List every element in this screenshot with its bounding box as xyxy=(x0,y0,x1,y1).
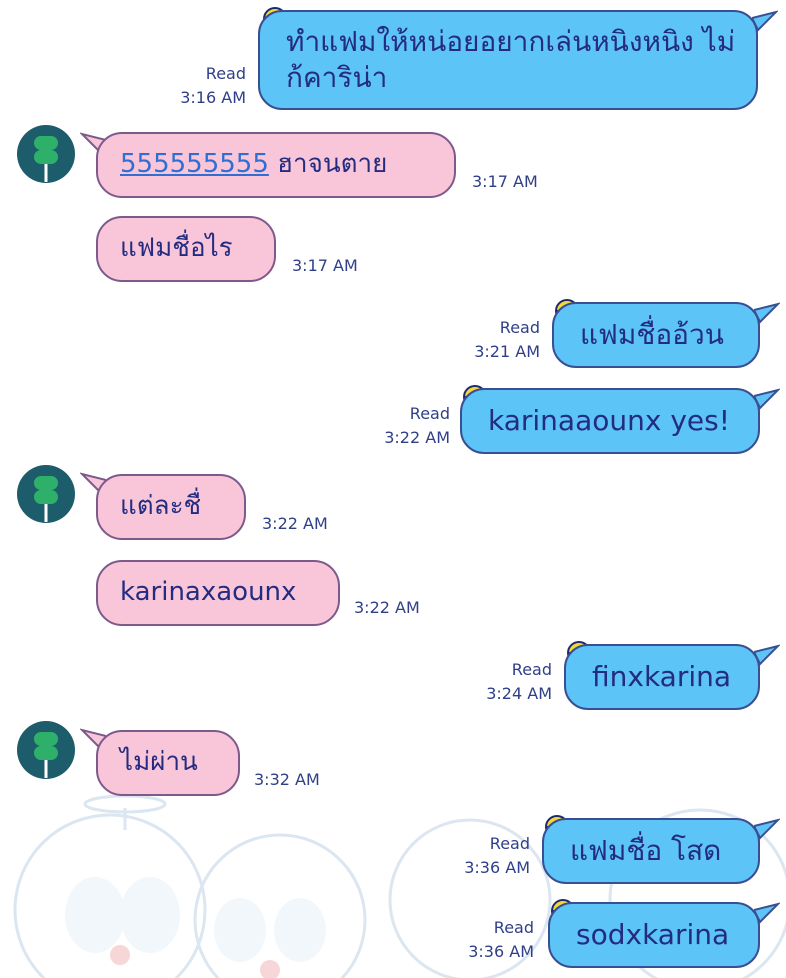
outgoing-message-bubble[interactable]: karinaaounx yes! xyxy=(460,388,760,454)
message-row: Read 3:21 AM แฟมชื่ออ้วน xyxy=(0,296,786,376)
bubble-tail xyxy=(754,818,780,840)
message-time: 3:22 AM xyxy=(354,598,420,617)
read-status: Read 3:16 AM xyxy=(126,62,246,110)
incoming-message-bubble[interactable]: 555555555 ฮาจนตาย xyxy=(96,132,456,198)
message-row: 555555555 ฮาจนตาย 3:17 AM xyxy=(0,120,786,204)
message-time: 3:22 AM xyxy=(262,514,328,533)
message-row: แต่ละชื่ 3:22 AM xyxy=(0,460,786,544)
message-row: Read 3:22 AM karinaaounx yes! xyxy=(0,382,786,462)
read-status: Read 3:24 AM xyxy=(432,658,552,706)
bubble-tail xyxy=(752,10,778,32)
message-text: ฮาจนตาย xyxy=(268,149,388,180)
message-time: 3:21 AM xyxy=(474,342,540,361)
message-time: 3:36 AM xyxy=(464,858,530,877)
outgoing-message-bubble[interactable]: sodxkarina xyxy=(548,902,760,968)
message-time: 3:32 AM xyxy=(254,770,320,789)
outgoing-message-bubble[interactable]: แฟมชื่ออ้วน xyxy=(552,302,760,368)
read-status: Read 3:36 AM xyxy=(414,916,534,964)
outgoing-message-bubble[interactable]: แฟมชื่อ โสด xyxy=(542,818,760,884)
message-row: Read 3:24 AM finxkarina xyxy=(0,638,786,718)
message-row: แฟมชื่อไร 3:17 AM xyxy=(0,210,786,290)
outgoing-message-bubble[interactable]: ทำแฟมให้หน่อยอยากเล่นหนิงหนิง ไม่ก้คาริน… xyxy=(258,10,758,110)
message-row: karinaxaounx 3:22 AM xyxy=(0,554,786,634)
incoming-message-bubble[interactable]: แต่ละชื่ xyxy=(96,474,246,540)
green-lollipop-avatar-icon[interactable] xyxy=(16,124,76,184)
message-time: 3:17 AM xyxy=(472,172,538,191)
bubble-tail xyxy=(754,644,780,666)
message-time: 3:24 AM xyxy=(486,684,552,703)
message-time: 3:17 AM xyxy=(292,256,358,275)
read-status: Read 3:21 AM xyxy=(420,316,540,364)
message-link[interactable]: 555555555 xyxy=(120,148,269,182)
message-row: Read 3:16 AM ทำแฟมให้หน่อยอยากเล่นหนิงหน… xyxy=(0,0,786,120)
green-lollipop-avatar-icon[interactable] xyxy=(16,464,76,524)
read-status: Read 3:36 AM xyxy=(410,832,530,880)
green-lollipop-avatar-icon[interactable] xyxy=(16,720,76,780)
message-time: 3:16 AM xyxy=(180,88,246,107)
message-time: 3:36 AM xyxy=(468,942,534,961)
incoming-message-bubble[interactable]: ไม่ผ่าน xyxy=(96,730,240,796)
bubble-tail xyxy=(754,302,780,324)
bubble-tail xyxy=(754,388,780,410)
message-time: 3:22 AM xyxy=(384,428,450,447)
outgoing-message-bubble[interactable]: finxkarina xyxy=(564,644,760,710)
message-row: ไม่ผ่าน 3:32 AM xyxy=(0,716,786,800)
message-row: Read 3:36 AM แฟมชื่อ โสด xyxy=(0,812,786,892)
incoming-message-bubble[interactable]: karinaxaounx xyxy=(96,560,340,626)
incoming-message-bubble[interactable]: แฟมชื่อไร xyxy=(96,216,276,282)
message-row: Read 3:36 AM sodxkarina xyxy=(0,896,786,976)
read-status: Read 3:22 AM xyxy=(330,402,450,450)
bubble-tail xyxy=(754,902,780,924)
